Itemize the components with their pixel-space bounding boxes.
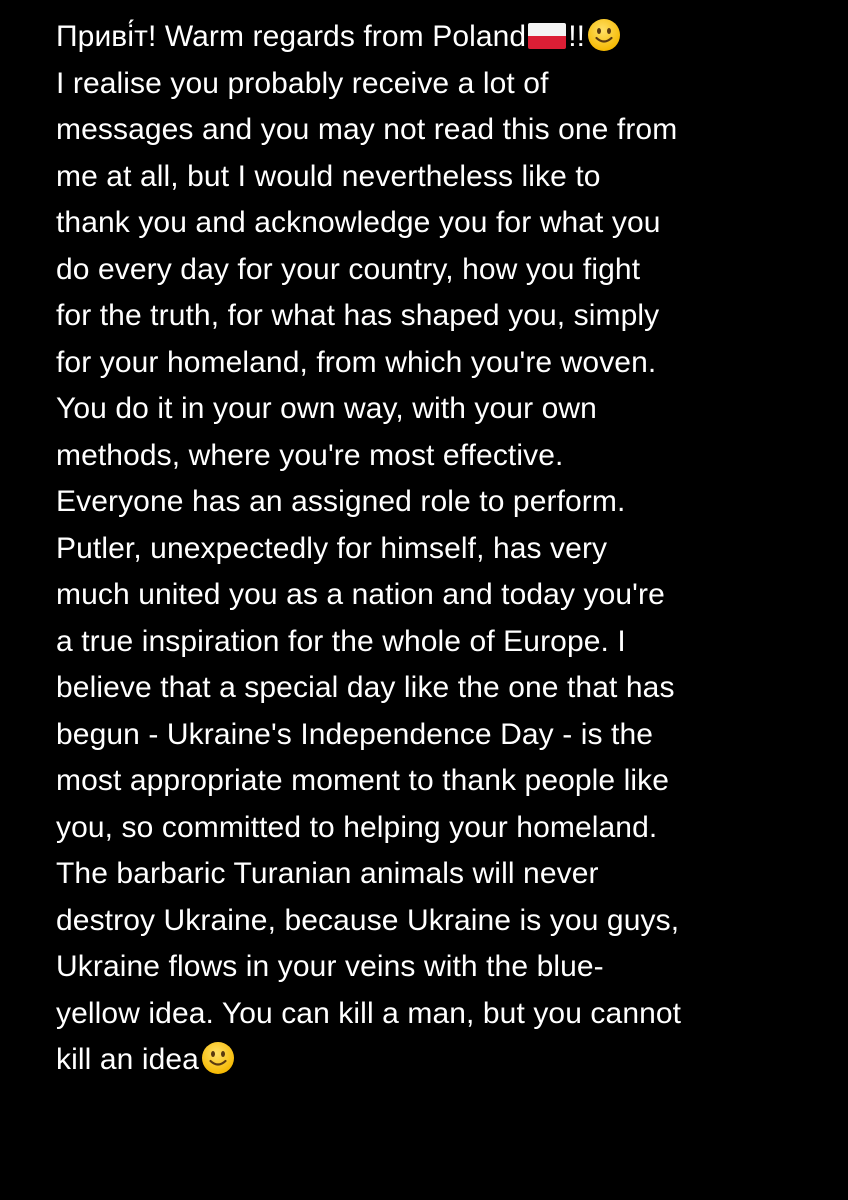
note-line: a true inspiration for the whole of Euro… — [56, 624, 626, 658]
note-line: believe that a special day like the one … — [56, 671, 675, 704]
note-line: destroy Ukraine, because Ukraine is you … — [56, 903, 680, 937]
smiley-face-icon — [588, 19, 621, 51]
note-line: Everyone has an assigned role to perform… — [56, 485, 626, 518]
note-line: yellow idea. You can kill a man, but you… — [56, 996, 682, 1030]
note-line: I realise you probably receive a lot of — [56, 66, 549, 100]
greeting-text: Приві́т! Warm regards from Poland — [56, 20, 527, 53]
note-line: thank you and acknowledge you for what y… — [56, 206, 661, 239]
exclamation-text: !! — [568, 20, 586, 53]
note-line: for the truth, for what has shaped you, … — [56, 299, 660, 332]
note-line: do every day for your country, how you f… — [56, 252, 641, 286]
note-body: Приві́т! Warm regards from Poland!! I re… — [56, 14, 836, 1084]
note-line-last: kill an idea — [56, 1037, 836, 1084]
note-line: me at all, but I would nevertheless like… — [56, 159, 601, 193]
smiley-face-icon — [201, 1042, 234, 1074]
closing-text: kill an idea — [56, 1043, 199, 1076]
note-line: most appropriate moment to thank people … — [56, 764, 670, 797]
note-line: for your homeland, from which you're wov… — [56, 345, 657, 379]
poland-flag-icon — [528, 23, 567, 49]
note-line: you, so committed to helping your homela… — [56, 810, 658, 844]
note-line: messages and you may not read this one f… — [56, 113, 678, 146]
note-line: Putler, unexpectedly for himself, has ve… — [56, 531, 608, 565]
note-line-1: Приві́т! Warm regards from Poland!! — [56, 14, 836, 61]
note-line: begun - Ukraine's Independence Day - is … — [56, 717, 654, 751]
note-line: The barbaric Turanian animals will never — [56, 857, 599, 890]
note-line: methods, where you're most effective. — [56, 438, 564, 472]
note-line: Ukraine flows in your veins with the blu… — [56, 950, 604, 983]
note-line: You do it in your own way, with your own — [56, 392, 597, 425]
note-line: much united you as a nation and today yo… — [56, 578, 665, 611]
